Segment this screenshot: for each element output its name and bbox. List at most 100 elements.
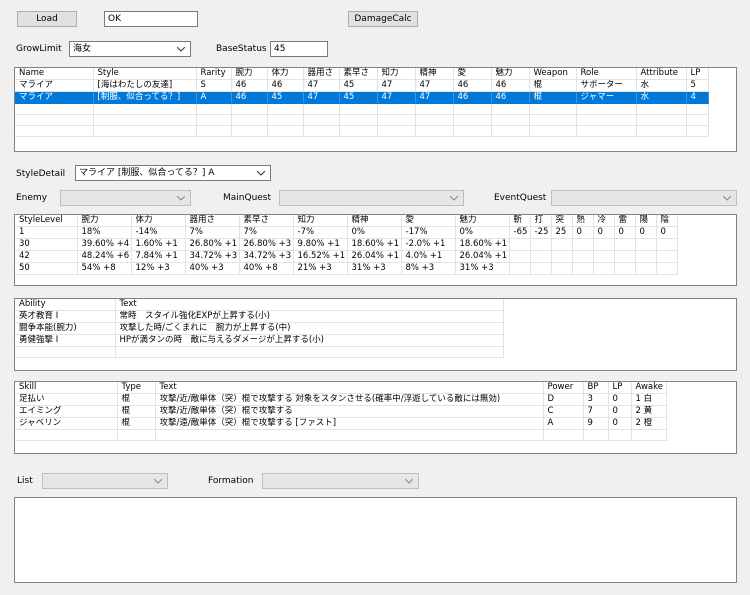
empty-row-cell xyxy=(491,114,530,126)
table-row[interactable]: 1 18% -14% 7% 7% -7% 0% -17% 0% -65 -25 25 0 0 0 0 0 xyxy=(15,226,678,239)
table-row-cell: 47 xyxy=(303,79,340,92)
table-row-cell: エイミング xyxy=(15,405,118,418)
empty-row-cell xyxy=(339,114,378,126)
damage-calc-button[interactable]: DamageCalc xyxy=(348,11,418,27)
table-row-cell xyxy=(593,238,615,251)
main-quest-dropdown[interactable] xyxy=(279,190,464,206)
table-row-cell xyxy=(656,262,678,275)
empty-row-cell xyxy=(303,103,340,115)
table-row-cell: 1.60% +1 xyxy=(131,238,186,251)
empty-row[interactable] xyxy=(15,429,667,441)
table-row-cell: 2 橙 xyxy=(631,417,667,430)
ability-grid[interactable]: Ability Text 英才教育 I 常時 スタイル強化EXPが上昇する(小) 闘争本… xyxy=(14,298,737,371)
table-row-cell: マライア xyxy=(15,79,94,92)
table-row[interactable]: ジャベリン棍攻撃/遠/敵単体（突）棍で攻撃する [ファスト] A 9 0 2 橙 xyxy=(15,417,667,430)
table-row-cell: 34.72% +3 xyxy=(239,250,294,263)
table-row-cell xyxy=(614,250,636,263)
header-row[interactable]: Skill Type Text Power BP LP Awake xyxy=(15,382,667,394)
header-row-cell: Awake xyxy=(631,382,667,394)
empty-row-cell xyxy=(339,103,378,115)
table-row-cell xyxy=(614,262,636,275)
table-row[interactable]: 闘争本能(腕力) 攻撃した時/ごくまれに 腕力が上昇する(中) xyxy=(15,322,504,335)
empty-row-cell xyxy=(231,114,268,126)
chevron-down-icon xyxy=(151,474,165,488)
table-row-cell: 18% xyxy=(77,226,132,239)
table-row-cell: -65 xyxy=(509,226,531,239)
list-dropdown[interactable] xyxy=(42,473,168,489)
table-row[interactable]: 50 54% +8 12% +3 40% +3 40% +8 21% +3 31% +3 8%… xyxy=(15,262,678,275)
header-row[interactable]: Name Style Rarity 腕力 体力 器用さ 素早さ 知力 精神愛魅力 Weapon Ro… xyxy=(15,68,709,80)
base-status-field[interactable] xyxy=(270,41,328,57)
load-button[interactable]: Load xyxy=(17,11,77,27)
skill-grid[interactable]: Skill Type Text Power BP LP Awake 足払い棍攻撃/近/敵単体（… xyxy=(14,381,737,454)
table-row-cell: 7% xyxy=(185,226,240,239)
table-row-cell xyxy=(572,250,594,263)
header-row-cell: 愛 xyxy=(453,68,492,80)
table-row-cell: 9.80% +1 xyxy=(293,238,348,251)
empty-row-cell xyxy=(636,103,687,115)
empty-row[interactable] xyxy=(15,346,504,358)
table-row[interactable]: エイミング棍攻撃/近/敵単体（突）棍で攻撃する C 7 0 2 黄 xyxy=(15,405,667,418)
header-row-cell: 陰 xyxy=(656,215,678,227)
empty-row[interactable] xyxy=(15,114,709,126)
header-row[interactable]: Ability Text xyxy=(15,299,504,311)
table-row[interactable]: 足払い棍攻撃/近/敵単体（突）棍で攻撃する 対象をスタンさせる(確率中/浮遊して… xyxy=(15,393,667,406)
table-row-cell: 46 xyxy=(491,91,530,104)
header-row-cell: BP xyxy=(583,382,609,394)
grow-limit-dropdown[interactable]: 海女 xyxy=(69,41,191,57)
empty-row-cell xyxy=(15,125,94,137)
table-row-cell: 0 xyxy=(614,226,636,239)
table-row[interactable]: マライア [海はわたしの友達] S 46 46 47 45 47 47 46 46 棍サポーター水 5 xyxy=(15,79,709,92)
style-level-grid[interactable]: StyleLevel 腕力 体力 器用さ 素早さ 知力 精神愛魅力斬打突熱冷雷陽陰 1 18% -… xyxy=(14,214,737,286)
load-status-field[interactable] xyxy=(104,11,198,27)
header-row-cell: 陽 xyxy=(635,215,657,227)
header-row-cell: Skill xyxy=(15,382,118,394)
chevron-down-icon xyxy=(402,474,416,488)
table-row[interactable]: マライア [制服、似合ってる？] A 46 45 47 45 47 47 46 46 棍ジャマー水 4 xyxy=(15,91,709,104)
header-row-cell: 素早さ xyxy=(339,68,378,80)
table-row-cell: サポーター xyxy=(576,79,637,92)
event-quest-dropdown[interactable] xyxy=(551,190,737,206)
table-row-cell: 45 xyxy=(339,91,378,104)
table-row[interactable]: 英才教育 I 常時 スタイル強化EXPが上昇する(小) xyxy=(15,310,504,323)
header-row-cell: 器用さ xyxy=(303,68,340,80)
empty-row-cell xyxy=(529,114,577,126)
table-row-cell: 水 xyxy=(636,91,687,104)
character-grid[interactable]: Name Style Rarity 腕力 体力 器用さ 素早さ 知力 精神愛魅力 Weapon Ro… xyxy=(14,67,737,152)
table-row-cell: 40% +8 xyxy=(239,262,294,275)
empty-row-cell xyxy=(415,103,454,115)
empty-row-cell xyxy=(93,125,197,137)
table-row-cell xyxy=(509,238,531,251)
table-row-cell: 闘争本能(腕力) xyxy=(15,322,116,335)
formation-grid[interactable] xyxy=(14,497,737,583)
table-row-cell: 46 xyxy=(231,91,268,104)
table-row-cell: 4 xyxy=(686,91,709,104)
enemy-dropdown[interactable] xyxy=(60,190,191,206)
table-row[interactable]: 42 48.24% +6 7.84% +1 34.72% +3 34.72% +3 16.… xyxy=(15,250,678,263)
empty-row[interactable] xyxy=(15,125,709,137)
empty-row[interactable] xyxy=(15,103,709,115)
header-row[interactable]: StyleLevel 腕力 体力 器用さ 素早さ 知力 精神愛魅力斬打突熱冷雷陽陰 xyxy=(15,215,678,227)
chevron-down-icon xyxy=(447,191,461,205)
header-row-cell: 突 xyxy=(551,215,573,227)
table-row-cell xyxy=(656,238,678,251)
empty-row-cell xyxy=(117,429,156,441)
header-row-cell: 魅力 xyxy=(455,215,510,227)
table-row-cell xyxy=(551,250,573,263)
formation-dropdown[interactable] xyxy=(262,473,419,489)
header-row-cell: Weapon xyxy=(529,68,577,80)
table-row-cell: -2.0% +1 xyxy=(401,238,456,251)
header-row-cell: Text xyxy=(115,299,504,311)
style-detail-dropdown[interactable]: マライア [制服、似合ってる？] A xyxy=(75,165,271,181)
table-row[interactable]: 30 39.60% +4 1.60% +1 26.80% +1 26.80% +3 9.8… xyxy=(15,238,678,251)
table-row-cell: 攻撃した時/ごくまれに 腕力が上昇する(中) xyxy=(115,322,504,335)
table-row-cell: 16.52% +1 xyxy=(293,250,348,263)
table-row-cell: 46 xyxy=(453,79,492,92)
table-row-cell: 26.80% +3 xyxy=(239,238,294,251)
table-row-cell: 英才教育 I xyxy=(15,310,116,323)
empty-row-cell xyxy=(15,346,116,358)
table-row-cell xyxy=(614,238,636,251)
table-row-cell: 勇健強撃 I xyxy=(15,334,116,347)
table-row[interactable]: 勇健強撃 I HPが満タンの時 敵に与えるダメージが上昇する(小) xyxy=(15,334,504,347)
table-row-cell: 0 xyxy=(572,226,594,239)
